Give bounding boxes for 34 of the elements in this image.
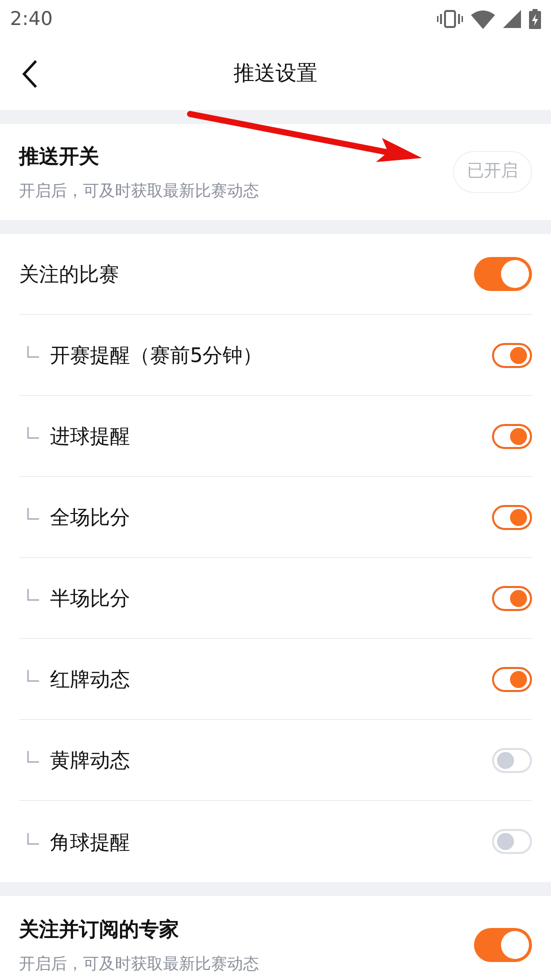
toggle-switch[interactable] [492,586,532,610]
back-icon [22,59,38,89]
corner-icon [27,427,39,439]
toggle-switch[interactable] [492,666,532,692]
experts-title: 关注并订阅的专家 [19,916,180,943]
vibrate-icon [437,9,463,29]
setting-label: 半场比分 [50,585,130,612]
corner-icon [27,751,39,763]
experts-description: 开启后，可及时获取最新比赛动态 [19,953,259,975]
section-title: 关注的比赛 [19,261,119,288]
setting-label: 角球提醒 [50,828,130,856]
setting-label: 进球提醒 [50,423,130,450]
signal-icon [503,10,521,28]
status-pill[interactable]: 已开启 [453,151,532,193]
corner-icon [27,832,39,844]
toggle-switch[interactable] [492,504,532,530]
setting-label: 开赛提醒（赛前5分钟） [50,342,263,369]
toggle-switch[interactable] [492,342,532,368]
setting-label: 红牌动态 [50,666,130,693]
wifi-icon [471,10,495,28]
toggle-switch[interactable] [492,424,532,448]
corner-icon [27,670,39,682]
page-title: 推送设置 [234,60,318,88]
toggle-switch[interactable] [474,257,532,291]
setting-label: 黄牌动态 [50,747,130,774]
toggle-switch[interactable] [474,928,532,962]
setting-label: 全场比分 [50,504,130,531]
battery-icon [529,9,541,29]
status-time: 2:40 [10,6,53,32]
push-description: 开启后，可及时获取最新比赛动态 [19,180,259,202]
corner-icon [27,508,39,520]
corner-icon [27,589,39,601]
push-title: 推送开关 [19,143,100,170]
corner-icon [27,346,39,358]
